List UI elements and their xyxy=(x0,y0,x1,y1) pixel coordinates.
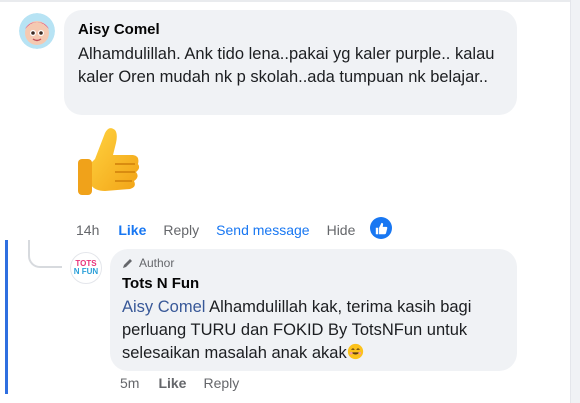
send-message-button[interactable]: Send message xyxy=(216,222,309,238)
mention-link[interactable]: Aisy Comel xyxy=(122,298,205,316)
reply-reply-button[interactable]: Reply xyxy=(203,375,239,391)
comment-text: Alhamdulillah. Ank tido lena..pakai yg k… xyxy=(78,45,495,86)
thumbs-up-icon xyxy=(75,125,143,205)
like-button[interactable]: Like xyxy=(118,222,146,238)
reply-button[interactable]: Reply xyxy=(163,222,199,238)
reply-like-button[interactable]: Like xyxy=(158,375,186,391)
reply-time[interactable]: 5m xyxy=(120,375,139,391)
commenter-avatar[interactable] xyxy=(19,13,55,49)
commenter-name[interactable]: Aisy Comel xyxy=(78,20,503,40)
hide-button[interactable]: Hide xyxy=(327,222,356,238)
like-reaction-icon[interactable] xyxy=(370,217,392,239)
thread-indicator xyxy=(5,240,8,394)
scrollbar-track[interactable] xyxy=(570,0,580,403)
page-avatar[interactable]: TOTS N FUN xyxy=(70,252,102,284)
reply-actions: 5m Like Reply xyxy=(120,374,256,392)
reply-bubble: Author Tots N Fun Aisy Comel Alhamdulill… xyxy=(110,249,517,371)
comment-time[interactable]: 14h xyxy=(76,222,99,238)
comment-actions: 14h Like Reply Send message Hide xyxy=(76,221,372,239)
author-badge: Author xyxy=(122,255,505,271)
reply-text-block: Aisy Comel Alhamdulillah kak, terima kas… xyxy=(122,296,505,365)
pen-icon xyxy=(123,259,132,268)
comment-bubble: Aisy Comel Alhamdulillah. Ank tido lena.… xyxy=(64,10,517,115)
author-badge-label: Author xyxy=(139,256,175,270)
top-border xyxy=(0,0,580,2)
svg-text:N FUN: N FUN xyxy=(74,267,99,276)
reply-author-name[interactable]: Tots N Fun xyxy=(122,274,505,294)
thread-connector xyxy=(28,240,62,268)
smiling-face-icon xyxy=(347,343,363,360)
